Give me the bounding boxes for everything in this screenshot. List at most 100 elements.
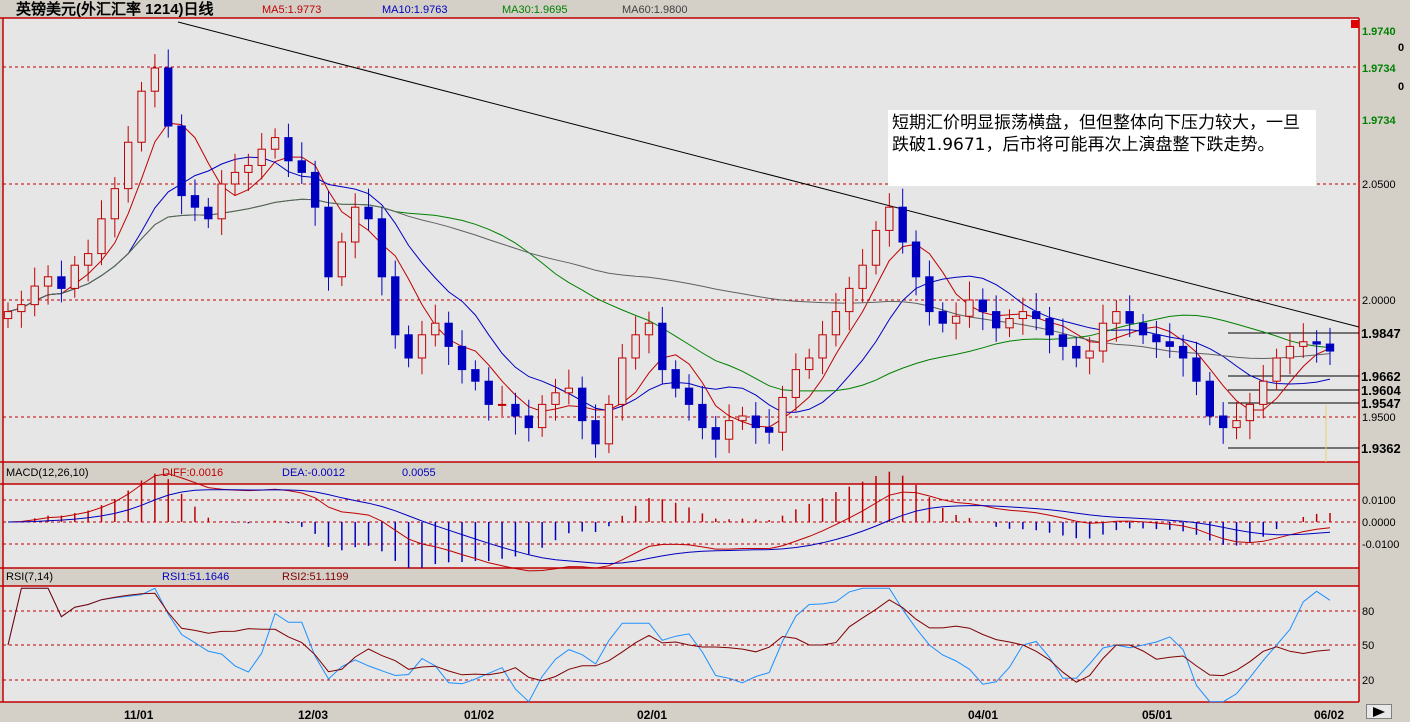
macd-panel: [3, 484, 1359, 568]
candle-body: [524, 415, 533, 429]
candle-body: [644, 322, 654, 336]
candle-body: [791, 369, 801, 398]
candle-body: [1152, 334, 1161, 343]
analysis-note: 短期汇价明显振荡横盘，但但整体向下压力较大，一旦跌破1.9671，后市将可能再次…: [888, 110, 1316, 186]
candle-body: [230, 171, 240, 185]
x-tick: 01/02: [464, 708, 494, 722]
macd-value: 0.0055: [402, 467, 436, 479]
candle-body: [1072, 345, 1081, 359]
candle-body: [885, 206, 894, 231]
candle-body: [204, 206, 213, 220]
candle-body: [270, 137, 280, 150]
candle-body: [1032, 311, 1041, 320]
macd-title: MACD(12,26,10): [6, 467, 89, 479]
rsi-tick: 80: [1362, 606, 1374, 618]
macd-diff: DIFF:0.0016: [162, 467, 223, 479]
candle-body: [858, 264, 867, 289]
x-tick: 12/03: [298, 708, 328, 722]
candle-body: [805, 357, 814, 371]
candle-body: [1245, 403, 1255, 422]
candle-body: [671, 369, 680, 389]
ma5-label: MA5:1.9773: [262, 4, 321, 16]
candle-body: [1312, 341, 1321, 345]
macd-tick: 0.0000: [1362, 517, 1396, 529]
candle-body: [324, 206, 333, 278]
candle-body: [1125, 311, 1134, 324]
candle-body: [1058, 334, 1068, 347]
candle-body: [97, 218, 106, 255]
rsi-title: RSI(7,14): [6, 571, 53, 583]
chart-window: 英镑美元(外汇汇率 1214)日线 MA5:1.9773 MA10:1.9763…: [0, 0, 1410, 722]
candle-body: [751, 415, 760, 429]
candle-body: [898, 206, 907, 243]
candle-body: [911, 241, 921, 278]
level-label: 1.9847: [1361, 326, 1401, 341]
candle-body: [284, 137, 293, 162]
candle-body: [43, 276, 53, 287]
candle-body: [364, 206, 373, 220]
candle-body: [1285, 345, 1295, 359]
candle-body: [698, 403, 707, 429]
candle-body: [150, 67, 160, 92]
candle-body: [3, 311, 13, 320]
candle-body: [711, 427, 720, 440]
candle-body: [631, 334, 640, 359]
candle-body: [391, 276, 400, 336]
candle-body: [871, 229, 881, 266]
ma30-label: MA30:1.9695: [502, 4, 567, 16]
candlestick-chart: 英镑美元(外汇汇率 1214)日线 MA5:1.9773 MA10:1.9763…: [0, 0, 1410, 722]
macd-dea: DEA:-0.0012: [282, 467, 345, 479]
candle-body: [1272, 357, 1281, 382]
candle-body: [297, 160, 306, 173]
candle-body: [417, 334, 427, 359]
candle-body: [17, 304, 26, 313]
candle-body: [310, 171, 320, 208]
candle-body: [57, 276, 66, 289]
candle-body: [431, 322, 440, 336]
candle-body: [177, 125, 186, 197]
candle-body: [764, 427, 774, 433]
scroll-right-button[interactable]: [1366, 704, 1392, 719]
candle-body: [444, 322, 453, 347]
candle-body: [164, 67, 173, 127]
candle-body: [1259, 380, 1268, 405]
candle-body: [938, 311, 947, 324]
right-value: 1.9740: [1362, 26, 1396, 38]
candle-body: [244, 164, 253, 173]
candle-body: [684, 387, 694, 405]
rsi-tick: 50: [1362, 640, 1374, 652]
right-value: 0: [1398, 42, 1404, 54]
candle-body: [497, 403, 507, 406]
candle-body: [110, 188, 120, 220]
level-label: 1.9547: [1361, 396, 1401, 411]
candle-body: [1299, 341, 1308, 347]
ma10-label: MA10:1.9763: [382, 4, 447, 16]
candle-body: [1018, 311, 1028, 320]
candle-body: [578, 387, 587, 422]
candle-body: [951, 315, 961, 324]
candle-body: [1112, 311, 1121, 324]
candle-body: [457, 345, 467, 371]
candle-body: [511, 403, 520, 417]
candle-body: [564, 387, 574, 394]
right-value: 0: [1398, 81, 1404, 93]
arrow-right-icon: [1373, 706, 1385, 717]
candle-body: [1045, 318, 1054, 336]
y-tick: 2.0000: [1362, 295, 1396, 307]
candle-body: [591, 420, 600, 445]
candle-body: [1085, 350, 1094, 359]
candle-body: [1218, 415, 1228, 429]
candle-body: [190, 195, 200, 208]
candle-body: [351, 206, 360, 243]
rsi1-label: RSI1:51.1646: [162, 571, 229, 583]
candle-body: [845, 287, 854, 313]
candle-body: [471, 369, 480, 382]
price-panel: [3, 18, 1359, 462]
candle-body: [337, 241, 347, 278]
candle-body: [404, 334, 413, 359]
candle-body: [991, 311, 1001, 329]
candle-body: [1205, 380, 1214, 417]
candle-body: [217, 183, 226, 220]
candle-body: [1138, 322, 1148, 336]
candle-body: [724, 420, 734, 440]
